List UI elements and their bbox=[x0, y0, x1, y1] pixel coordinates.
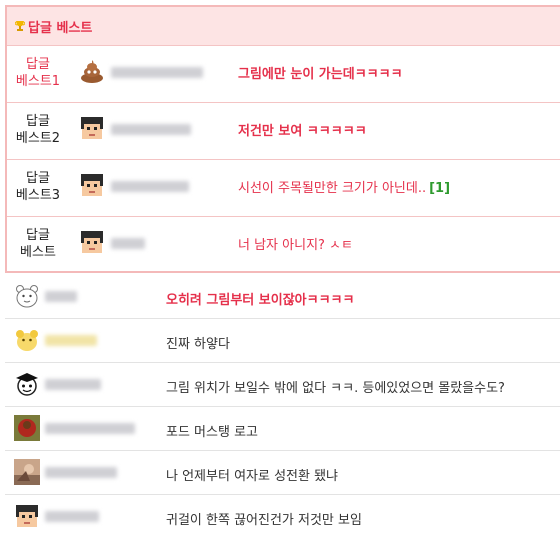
graduate-avatar-icon[interactable] bbox=[14, 371, 40, 397]
best-rank-label: 답글 베스트3 bbox=[15, 171, 61, 203]
comment-text[interactable]: 귀걸이 한쪽 끊어진건가 저것만 보임 bbox=[166, 509, 362, 528]
comment-text[interactable]: 오히려 그림부터 보이잖아ㅋㅋㅋㅋ bbox=[166, 289, 354, 308]
comment-row[interactable]: 오히려 그림부터 보이잖아ㅋㅋㅋㅋ bbox=[5, 275, 560, 319]
comment-text[interactable]: 나 언제부터 여자로 성전환 됐냐 bbox=[166, 465, 338, 484]
poop-avatar-icon[interactable] bbox=[79, 58, 105, 84]
comment-list: 오히려 그림부터 보이잖아ㅋㅋㅋㅋ 진짜 하얗다 그림 위치가 보일수 밖에 없… bbox=[5, 275, 560, 539]
trophy-icon bbox=[15, 21, 25, 31]
pixel-face-avatar-icon[interactable] bbox=[14, 503, 40, 529]
best-reply-text[interactable]: 저건만 보여 ㅋㅋㅋㅋㅋ bbox=[238, 120, 367, 139]
best-reply-row[interactable]: 답글 베스트2 저건만 보여 ㅋㅋㅋㅋㅋ bbox=[7, 103, 560, 160]
comment-row[interactable]: 포드 머스탱 로고 bbox=[5, 407, 560, 451]
nickname-blurred[interactable] bbox=[45, 291, 77, 302]
comment-text[interactable]: 그림 위치가 보일수 밖에 없다 ㅋㅋ. 등에있었으면 몰랐을수도? bbox=[166, 377, 505, 396]
nickname-blurred[interactable] bbox=[45, 423, 135, 434]
nickname-blurred[interactable] bbox=[45, 511, 99, 522]
yellow-creature-avatar-icon[interactable] bbox=[14, 327, 40, 353]
nickname-blurred[interactable] bbox=[111, 67, 203, 78]
pixel-face-avatar-icon[interactable] bbox=[79, 229, 105, 255]
best-reply-text[interactable]: 너 남자 아니지? ㅅㅌ bbox=[238, 234, 353, 253]
bear-avatar-icon[interactable] bbox=[14, 283, 40, 309]
comment-text[interactable]: 포드 머스탱 로고 bbox=[166, 421, 258, 440]
reply-count[interactable]: [1] bbox=[429, 181, 450, 196]
comment-row[interactable]: 귀걸이 한쪽 끊어진건가 저것만 보임 bbox=[5, 495, 560, 539]
pixel-face-avatar-icon[interactable] bbox=[79, 172, 105, 198]
comment-panel: 답글 베스트 답글 베스트1 그림에만 눈이 가는데ㅋㅋㅋㅋ 답글 베스트2 저… bbox=[0, 0, 560, 560]
nickname-blurred[interactable] bbox=[111, 238, 145, 249]
best-reply-row[interactable]: 답글 베스트1 그림에만 눈이 가는데ㅋㅋㅋㅋ bbox=[7, 46, 560, 103]
best-replies-header: 답글 베스트 bbox=[7, 7, 560, 46]
photo-avatar-icon[interactable] bbox=[14, 459, 40, 485]
best-replies-box: 답글 베스트 답글 베스트1 그림에만 눈이 가는데ㅋㅋㅋㅋ 답글 베스트2 저… bbox=[5, 5, 560, 273]
best-rank-label: 답글 베스트2 bbox=[15, 114, 61, 146]
best-reply-row[interactable]: 답글 베스트3 시선이 주목될만한 크기가 아닌데.. [1] bbox=[7, 160, 560, 217]
comment-row[interactable]: 나 언제부터 여자로 성전환 됐냐 bbox=[5, 451, 560, 495]
best-rank-label: 답글 베스트 bbox=[20, 228, 56, 260]
nickname-blurred[interactable] bbox=[111, 181, 189, 192]
nickname-blurred[interactable] bbox=[45, 335, 97, 346]
nickname-blurred[interactable] bbox=[45, 467, 117, 478]
pixel-face-avatar-icon[interactable] bbox=[79, 115, 105, 141]
nickname-blurred[interactable] bbox=[111, 124, 191, 135]
nickname-blurred[interactable] bbox=[45, 379, 101, 390]
comment-row[interactable]: 진짜 하얗다 bbox=[5, 319, 560, 363]
comment-text[interactable]: 진짜 하얗다 bbox=[166, 333, 230, 352]
best-reply-text[interactable]: 시선이 주목될만한 크기가 아닌데.. [1] bbox=[238, 177, 450, 196]
best-reply-row[interactable]: 답글 베스트 너 남자 아니지? ㅅㅌ bbox=[7, 217, 560, 274]
best-reply-text[interactable]: 그림에만 눈이 가는데ㅋㅋㅋㅋ bbox=[238, 63, 403, 82]
comment-row[interactable]: 그림 위치가 보일수 밖에 없다 ㅋㅋ. 등에있었으면 몰랐을수도? bbox=[5, 363, 560, 407]
best-replies-title: 답글 베스트 bbox=[28, 20, 93, 36]
red-photo-avatar-icon[interactable] bbox=[14, 415, 40, 441]
best-rank-label: 답글 베스트1 bbox=[15, 57, 61, 89]
